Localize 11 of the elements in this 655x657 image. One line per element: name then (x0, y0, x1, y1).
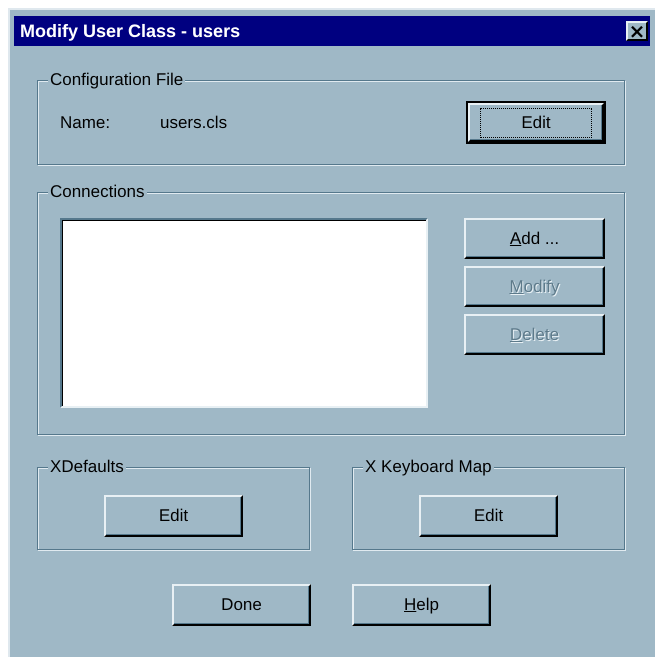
edit-button[interactable]: Edit (468, 103, 604, 142)
action-button[interactable]: Add ... (464, 218, 605, 259)
connections-list[interactable] (60, 218, 428, 408)
edit-button[interactable]: Edit (104, 495, 243, 537)
name-label: Name: (60, 112, 112, 132)
dialog-button[interactable]: Done (172, 584, 311, 626)
close-button[interactable]: × (626, 21, 648, 41)
dialog-button[interactable]: Help (352, 584, 491, 626)
edit-button[interactable]: Edit (419, 495, 558, 537)
name-value: users.cls (160, 112, 228, 132)
window-title: Modify User Class - users (20, 20, 240, 42)
